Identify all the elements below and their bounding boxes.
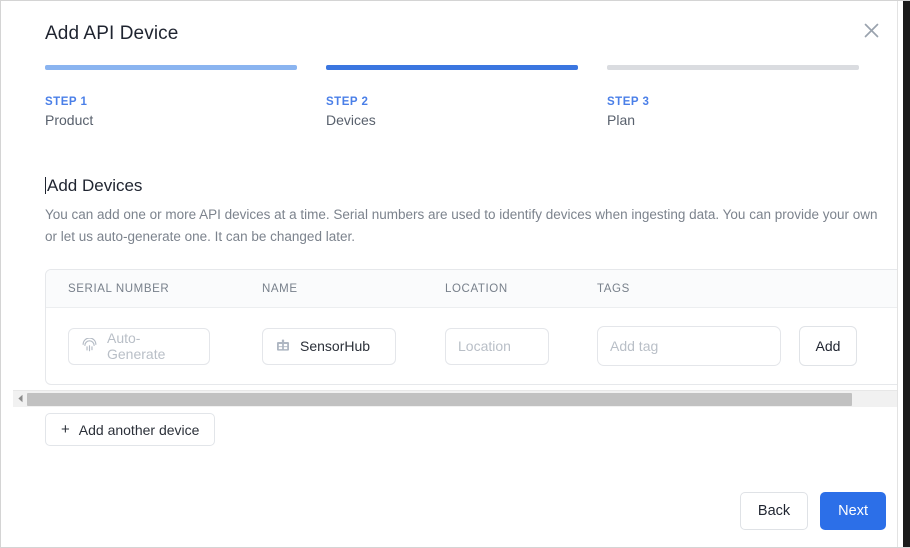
devices-table: SERIAL NUMBER NAME LOCATION TAGS Auto-Ge… [45,269,910,385]
cell-serial-number: Auto-Generate [68,327,262,365]
section-title: Add Devices [45,176,142,196]
tag-input[interactable]: Add tag [597,326,781,366]
device-name-input[interactable]: SensorHub [262,327,396,365]
step-1-progress-bar [45,65,297,70]
close-button[interactable] [856,15,886,45]
plus-icon: + [61,421,70,438]
location-placeholder: Location [458,338,511,354]
page-title: Add API Device [45,23,179,44]
stepper: STEP 1 Product STEP 2 Devices STEP 3 Pla… [45,65,859,128]
cell-name: SensorHub [262,327,445,365]
horizontal-scrollbar[interactable] [13,390,901,407]
table-row: Auto-Generate SensorHub Location Add tag… [46,308,910,384]
column-header-location: LOCATION [445,282,508,295]
step-3-number: STEP 3 [607,96,650,108]
device-name-value: SensorHub [300,338,371,354]
serial-number-input[interactable]: Auto-Generate [68,327,210,365]
cell-location: Location [445,327,597,365]
section-description: You can add one or more API devices at a… [45,207,878,244]
step-2[interactable]: STEP 2 Devices [326,65,578,128]
cell-tags: Add tag Add [597,326,910,366]
location-input[interactable]: Location [445,327,549,365]
serial-number-placeholder: Auto-Generate [107,330,166,362]
text-caret [45,177,46,194]
step-1[interactable]: STEP 1 Product [45,65,297,128]
scrollbar-track[interactable] [27,391,901,408]
step-2-progress-bar [326,65,578,70]
step-3[interactable]: STEP 3 Plan [607,65,859,128]
step-3-label: Plan [607,112,636,128]
column-header-serial-number: SERIAL NUMBER [68,282,170,295]
add-another-device-label: Add another device [78,421,200,438]
next-button[interactable]: Next [820,492,886,530]
fingerprint-icon [81,337,98,355]
back-button[interactable]: Back [739,492,809,530]
add-tag-button[interactable]: Add [799,326,857,366]
column-header-name: NAME [262,282,298,295]
step-1-label: Product [45,112,94,128]
device-badge-icon [275,338,291,354]
step-2-label: Devices [326,112,376,128]
step-3-progress-bar [607,65,859,70]
scrollbar-thumb[interactable] [27,392,852,406]
step-1-number: STEP 1 [45,96,88,108]
tag-placeholder: Add tag [610,338,659,354]
close-icon [863,22,880,39]
window-right-edge [903,1,910,547]
step-2-number: STEP 2 [326,96,369,108]
chevron-left-icon [17,390,24,408]
dialog-footer: Back Next [739,492,886,530]
scroll-left-button[interactable] [13,391,27,408]
add-another-device-button[interactable]: + Add another device [45,413,216,446]
table-header-row: SERIAL NUMBER NAME LOCATION TAGS [46,270,910,308]
column-header-tags: TAGS [597,282,630,295]
section-title-text: Add Devices [47,176,143,195]
add-api-device-dialog: Add API Device STEP 1 Product STEP 2 Dev… [0,0,910,548]
